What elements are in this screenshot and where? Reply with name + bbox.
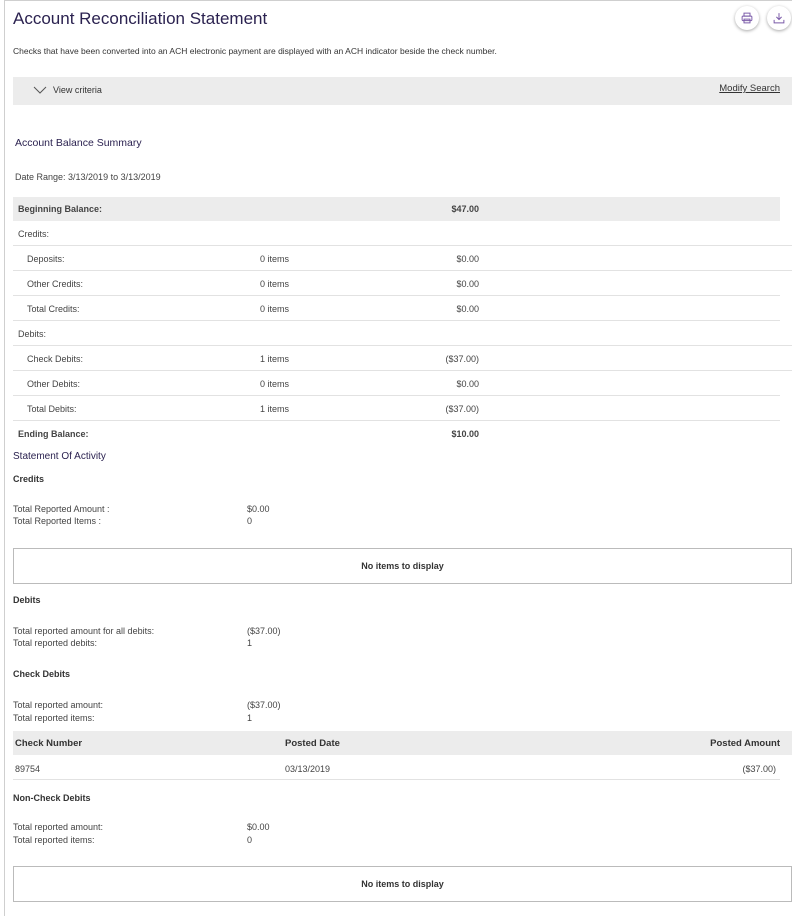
check-debits-items: 1 items xyxy=(260,354,290,364)
other-credits-row: Other Credits: 0 items $0.00 xyxy=(13,272,780,296)
debits-group-row: Debits: xyxy=(13,322,792,346)
view-criteria-toggle[interactable]: View criteria xyxy=(33,85,102,95)
non-check-items-label: Total reported items: xyxy=(13,835,95,845)
view-criteria-label: View criteria xyxy=(53,85,102,95)
printer-icon xyxy=(741,12,753,24)
debits-amount-value: ($37.00) xyxy=(247,626,281,636)
other-debits-items: 0 items xyxy=(260,379,290,389)
credits-items-value: 0 xyxy=(247,516,253,526)
total-debits-items: 1 items xyxy=(260,404,290,414)
beginning-balance-amount: $47.00 xyxy=(451,204,479,214)
beginning-balance-label: Beginning Balance: xyxy=(18,204,103,214)
page-title: Account Reconciliation Statement xyxy=(13,9,268,28)
credits-group-label: Credits: xyxy=(18,229,50,239)
total-credits-amount: $0.00 xyxy=(456,304,479,314)
balance-summary-title: Account Balance Summary xyxy=(15,137,142,149)
credits-amount-label: Total Reported Amount : xyxy=(13,504,110,514)
deposits-label: Deposits: xyxy=(27,254,65,264)
other-debits-amount: $0.00 xyxy=(456,379,479,389)
check-debits-amount: ($37.00) xyxy=(445,354,479,364)
credits-amount-value: $0.00 xyxy=(247,504,270,514)
total-debits-row: Total Debits: 1 items ($37.00) xyxy=(13,397,780,421)
check-debits-items-value: 1 xyxy=(247,713,253,723)
debits-items-label: Total reported debits: xyxy=(13,638,98,648)
column-posted-date[interactable]: Posted Date xyxy=(285,738,340,749)
check-number-cell[interactable]: 89754 xyxy=(15,764,40,774)
check-debits-row: Check Debits: 1 items ($37.00) xyxy=(13,347,792,371)
download-button[interactable] xyxy=(767,6,791,30)
debits-heading: Debits xyxy=(13,595,41,605)
other-credits-label: Other Credits: xyxy=(27,279,84,289)
total-credits-label: Total Credits: xyxy=(27,304,80,314)
posted-date-cell: 03/13/2019 xyxy=(285,764,331,774)
activity-title: Statement Of Activity xyxy=(13,451,106,462)
date-range: Date Range: 3/13/2019 to 3/13/2019 xyxy=(15,172,161,182)
debits-items-value: 1 xyxy=(247,638,253,648)
ending-balance-label: Ending Balance: xyxy=(18,429,89,439)
credits-items-label: Total Reported Items : xyxy=(13,516,102,526)
ending-balance-row: Ending Balance: $10.00 xyxy=(13,422,780,446)
deposits-row: Deposits: 0 items $0.00 xyxy=(13,247,792,271)
total-debits-label: Total Debits: xyxy=(27,404,77,414)
non-check-empty-state: No items to display xyxy=(13,866,792,902)
non-check-amount-label: Total reported amount: xyxy=(13,822,104,832)
non-check-debits-heading: Non-Check Debits xyxy=(13,793,91,803)
credits-empty-state: No items to display xyxy=(13,548,792,584)
table-row: 89754 03/13/2019 ($37.00) xyxy=(13,756,780,780)
check-debits-label: Check Debits: xyxy=(27,354,84,364)
check-debits-items-label: Total reported items: xyxy=(13,713,95,723)
chevron-down-icon xyxy=(33,86,47,94)
non-check-items-value: 0 xyxy=(247,835,253,845)
download-icon xyxy=(773,13,785,24)
non-check-amount-value: $0.00 xyxy=(247,822,270,832)
credits-heading: Credits xyxy=(13,474,45,484)
beginning-balance-row: Beginning Balance: $47.00 xyxy=(13,197,780,221)
print-button[interactable] xyxy=(735,6,759,30)
debits-group-label: Debits: xyxy=(18,329,47,339)
column-check-number[interactable]: Check Number xyxy=(15,738,82,749)
total-credits-row: Total Credits: 0 items $0.00 xyxy=(13,297,780,321)
column-posted-amount[interactable]: Posted Amount xyxy=(710,738,780,749)
total-debits-amount: ($37.00) xyxy=(445,404,479,414)
deposits-amount: $0.00 xyxy=(456,254,479,264)
check-debits-amount-value: ($37.00) xyxy=(247,700,281,710)
other-credits-amount: $0.00 xyxy=(456,279,479,289)
debits-amount-label: Total reported amount for all debits: xyxy=(13,626,155,636)
modify-search-link[interactable]: Modify Search xyxy=(719,83,780,94)
other-debits-label: Other Debits: xyxy=(27,379,81,389)
criteria-bar: View criteria Modify Search xyxy=(13,77,792,105)
credits-group-row: Credits: xyxy=(13,222,792,246)
check-debits-heading: Check Debits xyxy=(13,669,71,679)
check-table-header: Check Number Posted Date Posted Amount xyxy=(13,731,792,755)
deposits-items: 0 items xyxy=(260,254,290,264)
ending-balance-amount: $10.00 xyxy=(451,429,479,439)
ach-notice: Checks that have been converted into an … xyxy=(13,46,497,56)
check-debits-amount-label: Total reported amount: xyxy=(13,700,104,710)
other-credits-items: 0 items xyxy=(260,279,290,289)
other-debits-row: Other Debits: 0 items $0.00 xyxy=(13,372,780,396)
total-credits-items: 0 items xyxy=(260,304,290,314)
posted-amount-cell: ($37.00) xyxy=(742,764,776,774)
